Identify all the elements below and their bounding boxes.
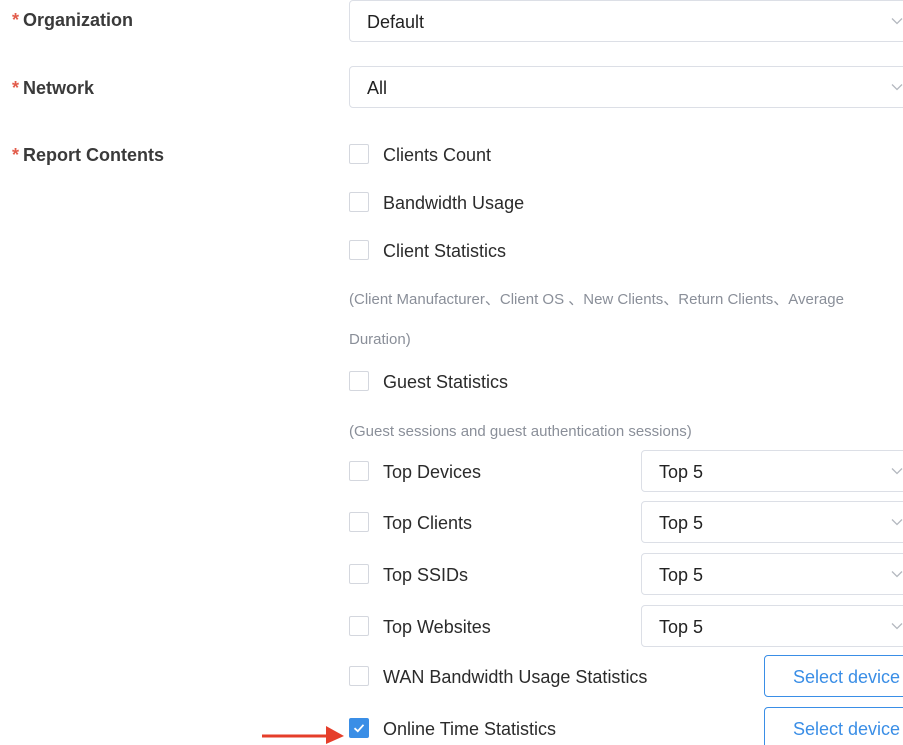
- check-icon: [353, 724, 365, 733]
- organization-select-value: Default: [367, 12, 425, 32]
- guest-statistics-checkbox[interactable]: [349, 371, 369, 391]
- top-ssids-count-select[interactable]: Top 5: [641, 553, 903, 595]
- bandwidth-usage-checkbox[interactable]: [349, 192, 369, 212]
- client-statistics-label: Client Statistics: [383, 241, 507, 261]
- top-websites-count-select[interactable]: Top 5: [641, 605, 903, 647]
- network-label: * Network: [12, 78, 95, 98]
- organization-label: * Organization: [12, 10, 134, 30]
- top-ssids-label: Top SSIDs: [383, 565, 469, 585]
- top-devices-count-select[interactable]: Top 5: [641, 450, 903, 492]
- top-ssids-checkbox[interactable]: [349, 564, 369, 584]
- bandwidth-usage-label: Bandwidth Usage: [383, 193, 525, 213]
- top-websites-checkbox[interactable]: [349, 616, 369, 636]
- client-statistics-note-line2: Duration): [349, 331, 411, 348]
- clients-count-checkbox[interactable]: [349, 144, 369, 164]
- top-clients-count-select[interactable]: Top 5: [641, 501, 903, 543]
- online-time-statistics-checkbox[interactable]: [349, 718, 369, 738]
- chevron-down-icon: [891, 468, 903, 475]
- top-ssids-count-value: Top 5: [659, 565, 704, 585]
- wan-select-device-button[interactable]: Select device: [764, 655, 903, 697]
- top-devices-label: Top Devices: [383, 462, 482, 482]
- chevron-down-icon: [891, 18, 903, 25]
- guest-statistics-label: Guest Statistics: [383, 372, 509, 392]
- guest-statistics-note: (Guest sessions and guest authentication…: [349, 423, 692, 440]
- wan-bandwidth-usage-label: WAN Bandwidth Usage Statistics: [383, 667, 648, 687]
- clients-count-label: Clients Count: [383, 145, 492, 165]
- wan-bandwidth-usage-checkbox[interactable]: [349, 666, 369, 686]
- chevron-down-icon: [891, 623, 903, 630]
- report-settings-form: * Organization Default * Network All * Repo…: [0, 0, 903, 745]
- top-clients-count-value: Top 5: [659, 513, 704, 533]
- online-time-select-device-button[interactable]: Select device: [764, 707, 903, 745]
- chevron-down-icon: [891, 519, 903, 526]
- required-mark: *: [12, 78, 20, 98]
- chevron-down-icon: [891, 571, 903, 578]
- network-select[interactable]: All: [349, 66, 903, 108]
- chevron-down-icon: [891, 84, 903, 91]
- report-contents-label: * Report Contents: [12, 145, 165, 165]
- client-statistics-checkbox[interactable]: [349, 240, 369, 260]
- top-clients-checkbox[interactable]: [349, 512, 369, 532]
- top-devices-count-value: Top 5: [659, 462, 704, 482]
- required-mark: *: [12, 10, 20, 30]
- client-statistics-note-line1: (Client Manufacturer、Client OS 、New Clie…: [349, 291, 844, 308]
- online-time-statistics-label: Online Time Statistics: [383, 719, 557, 739]
- top-clients-label: Top Clients: [383, 513, 473, 533]
- arrow-right-icon: [262, 726, 344, 744]
- top-websites-label: Top Websites: [383, 617, 491, 637]
- required-mark: *: [12, 145, 20, 165]
- network-select-value: All: [367, 78, 388, 98]
- organization-select[interactable]: Default: [349, 0, 903, 42]
- top-websites-count-value: Top 5: [659, 617, 704, 637]
- top-devices-checkbox[interactable]: [349, 461, 369, 481]
